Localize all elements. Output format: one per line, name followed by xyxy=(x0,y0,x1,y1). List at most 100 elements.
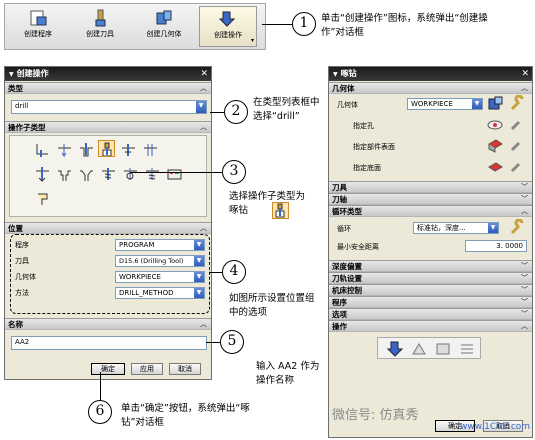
specify-hole-icon[interactable] xyxy=(487,117,504,132)
bottom-surface-icon[interactable] xyxy=(487,159,504,174)
step-note-4: 如图所示设置位置组中的选项 xyxy=(229,293,315,318)
name-section-header[interactable]: 名称 ︿ xyxy=(5,318,211,330)
replay-icon[interactable] xyxy=(410,340,428,358)
spot-drilling-icon[interactable] xyxy=(56,142,73,159)
location-highlight xyxy=(10,234,210,314)
peck-drilling-icon[interactable] xyxy=(98,140,115,157)
countersinking-icon[interactable] xyxy=(78,166,95,183)
specify-hole-label: 指定孔 xyxy=(353,122,374,130)
create-geometry-button[interactable]: 创建几何体 xyxy=(135,6,193,47)
dialog-titlebar: ▼ 啄钻 ✕ xyxy=(329,67,532,81)
step-marker-4: 4 xyxy=(222,260,246,284)
dropdown-arrow-icon[interactable]: ▼ xyxy=(488,223,498,233)
tool-section-header[interactable]: 刀具 ﹀ xyxy=(329,181,532,193)
create-operation-button[interactable]: 创建操作 ▾ xyxy=(199,6,257,47)
tool-axis-section-header[interactable]: 刀轴 ﹀ xyxy=(329,193,532,205)
drilling-icon[interactable] xyxy=(78,142,95,159)
step-marker-3: 3 xyxy=(222,160,246,184)
min-clearance-label: 最小安全距离 xyxy=(337,243,379,251)
collapse-icon[interactable]: ▼ xyxy=(9,71,14,78)
tapping-icon[interactable] xyxy=(100,166,117,183)
hole-milling-icon[interactable] xyxy=(122,166,139,183)
program-section-header[interactable]: 程序 ﹀ xyxy=(329,296,532,308)
cycle-label: 循环 xyxy=(337,225,351,233)
chevron-down-icon: ﹀ xyxy=(521,262,528,270)
location-section-header[interactable]: 位置 ︿ xyxy=(5,222,211,234)
geometry-select[interactable]: WORKPIECE ▼ xyxy=(407,98,483,110)
create-tool-button[interactable]: 创建刀具 xyxy=(71,6,129,47)
peck-drilling-dialog: ▼ 啄钻 ✕ 几何体 ︿ 几何体 WORKPIECE ▼ 指定孔 指定部件表面 指定底… xyxy=(328,66,533,438)
create-program-button[interactable]: 创建程序 xyxy=(9,6,67,47)
generate-icon[interactable] xyxy=(386,340,404,358)
leader-line xyxy=(262,24,292,25)
step-note-5: 输入 AA2 作为操作名称 xyxy=(256,361,320,386)
edit-wrench-icon[interactable] xyxy=(509,95,526,112)
machine-control-section-header[interactable]: 机床控制 ﹀ xyxy=(329,284,532,296)
operation-action-bar xyxy=(377,337,481,359)
chevron-down-icon: ﹀ xyxy=(521,298,528,306)
name-input[interactable]: AA2 xyxy=(11,336,207,350)
chevron-down-icon: ﹀ xyxy=(521,195,528,203)
verify-icon[interactable] xyxy=(434,340,452,358)
step-marker-5: 5 xyxy=(220,330,244,354)
chevron-up-icon: ︿ xyxy=(200,123,207,131)
flashlight-icon[interactable] xyxy=(509,138,524,153)
collapse-icon[interactable]: ▼ xyxy=(333,71,338,78)
edit-wrench-icon[interactable] xyxy=(509,219,526,236)
chevron-up-icon: ︿ xyxy=(521,322,528,330)
options-section-header[interactable]: 选项 ﹀ xyxy=(329,308,532,320)
apply-button[interactable]: 应用 xyxy=(131,363,163,375)
new-geometry-icon[interactable] xyxy=(487,95,504,112)
subtype-section-header[interactable]: 操作子类型 ︿ xyxy=(5,121,211,133)
mill-user-icon[interactable] xyxy=(34,190,51,207)
list-icon[interactable] xyxy=(458,340,476,358)
depth-offset-section-header[interactable]: 深度偏置 ﹀ xyxy=(329,260,532,272)
spot-facing-icon[interactable] xyxy=(34,142,51,159)
leader-line xyxy=(206,342,220,343)
boring-icon[interactable] xyxy=(142,142,159,159)
step-note-3: 选择操作子类型为啄钻 xyxy=(229,191,306,216)
leader-line xyxy=(100,372,101,400)
flashlight-icon[interactable] xyxy=(509,159,524,174)
watermark-site: www.1CAE.com xyxy=(460,422,531,432)
dropdown-arrow-icon[interactable]: ▼ xyxy=(196,101,206,113)
cancel-button[interactable]: 取消 xyxy=(169,363,201,375)
type-section-header[interactable]: 类型 ︿ xyxy=(5,82,211,94)
operation-section-header[interactable]: 操作 ︿ xyxy=(329,320,532,332)
toolbar: 创建程序 创建刀具 创建几何体 创建操作 ▾ xyxy=(4,3,266,50)
breakchip-drilling-icon[interactable] xyxy=(120,142,137,159)
watermark-text: 微信号: 仿真秀 xyxy=(332,408,419,423)
ok-button[interactable]: 确定 xyxy=(91,363,125,375)
cycle-select[interactable]: 标准钻，深度... ▼ xyxy=(413,222,499,234)
step-note-2: 在类型列表框中选择“drill” xyxy=(253,97,320,122)
close-icon[interactable]: ✕ xyxy=(521,67,529,81)
geometry-section-header[interactable]: 几何体 ︿ xyxy=(329,82,532,94)
mill-control-icon[interactable] xyxy=(166,166,183,183)
reaming-icon[interactable] xyxy=(34,166,51,183)
step-note-1: 单击“创建操作”图标，系统弹出“创建操作”对话框 xyxy=(321,13,488,38)
dialog-titlebar: ▼ 创建操作 ✕ xyxy=(5,67,211,81)
min-clearance-input[interactable]: 3. 0000 xyxy=(465,240,527,252)
close-icon[interactable]: ✕ xyxy=(200,67,208,81)
flashlight-icon[interactable] xyxy=(509,117,524,132)
program-icon xyxy=(28,9,48,27)
leader-line xyxy=(210,272,222,273)
specify-part-surface-label: 指定部件表面 xyxy=(353,143,395,151)
operation-icon xyxy=(218,10,238,28)
chevron-up-icon: ︿ xyxy=(521,84,528,92)
specify-bottom-surface-label: 指定底面 xyxy=(353,164,381,172)
path-settings-section-header[interactable]: 刀轨设置 ﹀ xyxy=(329,272,532,284)
thread-milling-icon[interactable] xyxy=(144,166,161,183)
step-marker-6: 6 xyxy=(88,400,112,424)
part-surface-icon[interactable] xyxy=(487,138,504,153)
chevron-up-icon: ︿ xyxy=(521,207,528,215)
chevron-up-icon: ︿ xyxy=(200,320,207,328)
dropdown-arrow-icon[interactable]: ▼ xyxy=(472,99,482,109)
step-note-6: 单击“确定”按钮，系统弹出“啄钻”对话框 xyxy=(121,403,250,428)
chevron-down-icon: ﹀ xyxy=(521,286,528,294)
counterboring-icon[interactable] xyxy=(56,166,73,183)
dropdown-arrow-icon[interactable]: ▾ xyxy=(251,37,254,44)
cycle-type-section-header[interactable]: 循环类型 ︿ xyxy=(329,205,532,217)
type-select[interactable]: drill ▼ xyxy=(11,100,207,114)
chevron-down-icon: ﹀ xyxy=(521,183,528,191)
